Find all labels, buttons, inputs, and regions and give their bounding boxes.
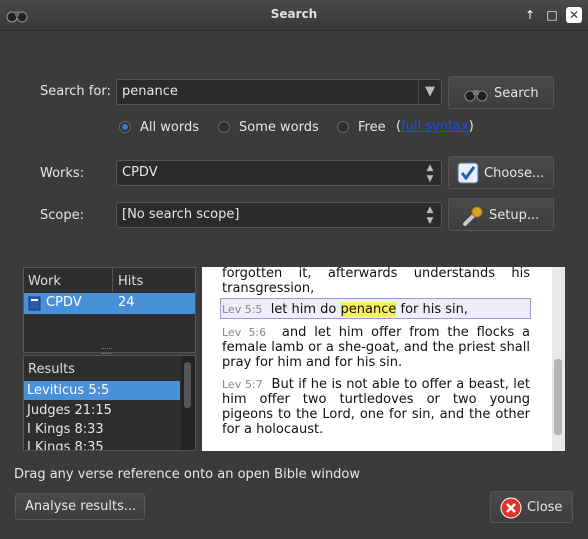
scope-label: Scope: [40,208,84,223]
preview-scrollbar[interactable] [552,267,565,451]
all-words-label: All words [140,120,199,135]
scrollbar-thumb[interactable] [184,362,191,408]
keep-above-icon[interactable]: ↑ [522,7,538,23]
free-radio[interactable] [337,121,349,133]
search-hit: penance [340,302,397,317]
close-window-icon[interactable]: ✕ [566,7,582,23]
splitter-handle[interactable] [102,348,112,354]
works-select[interactable]: CPDV ▲ ▼ [116,160,442,186]
search-button[interactable]: Search [448,76,554,109]
setup-button-label: Setup... [489,208,540,223]
works-label: Works: [40,166,85,181]
result-item-label: Leviticus 5:5 [27,383,110,398]
table-row[interactable]: CPDV 24 [24,293,195,314]
full-syntax-link[interactable]: full syntax [401,119,469,134]
results-scrollbar[interactable] [181,356,195,450]
free-label: Free [358,120,386,135]
title-bar: Search ↑ □ ✕ [0,0,588,31]
analyse-results-button[interactable]: Analyse results... [15,493,145,520]
results-header: Results [28,362,75,377]
drag-hint: Drag any verse reference onto an open Bi… [14,467,361,482]
analyse-button-label: Analyse results... [25,499,137,514]
search-label: Search for: [40,84,111,99]
verse-ref[interactable]: Lev 5:7 [222,378,263,391]
search-value: penance [122,84,178,99]
wrench-icon [463,206,483,226]
verse-text: for his sin, [396,302,469,317]
row-work: CPDV [46,295,82,310]
scope-value: [No search scope] [122,207,240,222]
results-list: Results Leviticus 5:5 Judges 21:15 I Kin… [23,355,196,451]
some-words-label: Some words [239,120,319,135]
checkbox-icon [457,162,479,184]
cancel-icon [500,497,522,519]
spin-arrows-icon: ▲ ▼ [426,163,434,184]
works-value: CPDV [122,165,158,180]
some-words-radio[interactable] [218,121,230,133]
verse-lev-5-6: Lev 5:6 and let him offer from the flock… [222,325,530,370]
book-icon [28,296,41,311]
search-input[interactable]: penance ▼ [116,79,442,105]
scope-select[interactable]: [No search scope] ▲ ▼ [116,202,442,228]
verse-text: forgotten it, afterwards understands his… [222,267,530,296]
verse-text: and let him offer from the flocks a fema… [222,325,531,370]
full-syntax-group: (full syntax) [396,119,474,134]
dropdown-arrow-icon[interactable]: ▼ [418,80,441,104]
spin-arrows-icon: ▲ ▼ [426,205,434,226]
works-hits-table: Work Hits CPDV 24 [23,267,196,353]
all-words-radio[interactable] [119,121,131,133]
verse-text: But if he is not able to offer a beast, … [222,377,531,437]
verse-ref[interactable]: Lev 5:6 [222,326,266,339]
scrollbar-thumb[interactable] [554,359,562,435]
verse-text: let him do [270,302,341,317]
setup-button[interactable]: Setup... [448,198,554,231]
list-item[interactable]: I Kings 8:35 [27,440,104,450]
col-work-header[interactable]: Work [28,274,61,289]
choose-button[interactable]: Choose... [448,156,554,189]
search-button-label: Search [494,86,539,101]
verse-ref[interactable]: Lev 5:5 [222,303,262,316]
verse-lev-5-7: Lev 5:7 But if he is not able to offer a… [222,377,530,437]
binoculars-icon [464,90,488,102]
list-item[interactable]: I Kings 8:33 [27,422,104,437]
row-hits: 24 [118,295,135,310]
verse-preview: forgotten it, afterwards understands his… [202,267,565,451]
verse-lev-5-5: Lev 5:5 let him do penance for his sin, [222,302,530,317]
col-hits-header[interactable]: Hits [118,274,143,289]
close-button[interactable]: Close [490,491,573,523]
column-divider [112,268,113,292]
window-title: Search [270,7,318,21]
maximize-icon[interactable]: □ [544,7,560,23]
list-item[interactable]: Judges 21:15 [27,403,112,418]
close-button-label: Close [527,500,563,515]
list-item[interactable]: Leviticus 5:5 [24,381,180,400]
choose-button-label: Choose... [484,166,545,181]
